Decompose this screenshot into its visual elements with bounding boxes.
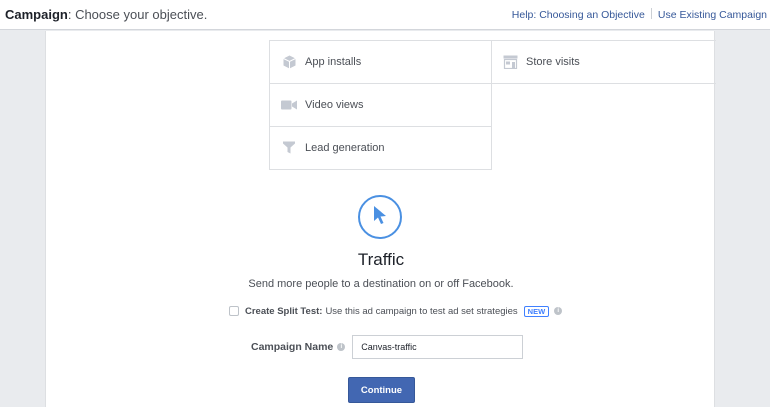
split-test-label: Create Split Test: (245, 305, 323, 317)
video-camera-icon (278, 100, 300, 110)
cube-icon (278, 55, 300, 69)
title-rest: : Choose your objective. (67, 7, 208, 22)
funnel-icon (278, 141, 300, 154)
new-badge: NEW (523, 305, 550, 317)
objective-video-views[interactable]: Video views (269, 83, 492, 127)
header-links: Help: Choosing an Objective Use Existing … (512, 8, 767, 21)
objective-panel: App installs Store visits Video views Le… (45, 31, 716, 407)
objective-label: Store visits (526, 56, 580, 68)
info-icon[interactable]: i (554, 307, 563, 315)
store-icon (499, 55, 521, 69)
cursor-icon (372, 205, 388, 230)
objective-app-installs[interactable]: App installs (269, 40, 492, 84)
info-icon[interactable]: i (337, 343, 346, 351)
top-bar: Campaign: Choose your objective. Help: C… (0, 0, 770, 30)
traffic-icon (358, 195, 402, 239)
objective-title: Traffic (357, 250, 405, 269)
objective-lead-generation[interactable]: Lead generation (269, 126, 492, 170)
page-title: Campaign: Choose your objective. (5, 7, 207, 22)
campaign-name-row: Campaign Name i (251, 335, 524, 359)
use-existing-campaign-link[interactable]: Use Existing Campaign (658, 9, 767, 21)
campaign-name-label: Campaign Name (251, 341, 334, 353)
link-divider (650, 8, 652, 19)
continue-button[interactable]: Continue (348, 377, 415, 403)
objective-label: Lead generation (305, 141, 385, 154)
split-test-row: Create Split Test: Use this ad campaign … (229, 304, 563, 318)
objective-label: App installs (305, 56, 362, 68)
help-link[interactable]: Help: Choosing an Objective (512, 9, 645, 21)
split-test-text: Use this ad campaign to test ad set stra… (325, 305, 518, 317)
title-bold: Campaign (5, 7, 68, 22)
objective-description: Send more people to a destination on or … (248, 278, 514, 290)
campaign-name-input[interactable] (352, 335, 524, 359)
split-test-checkbox[interactable] (229, 306, 239, 316)
objective-label: Video views (305, 98, 364, 111)
objective-store-visits[interactable]: Store visits (491, 40, 716, 84)
